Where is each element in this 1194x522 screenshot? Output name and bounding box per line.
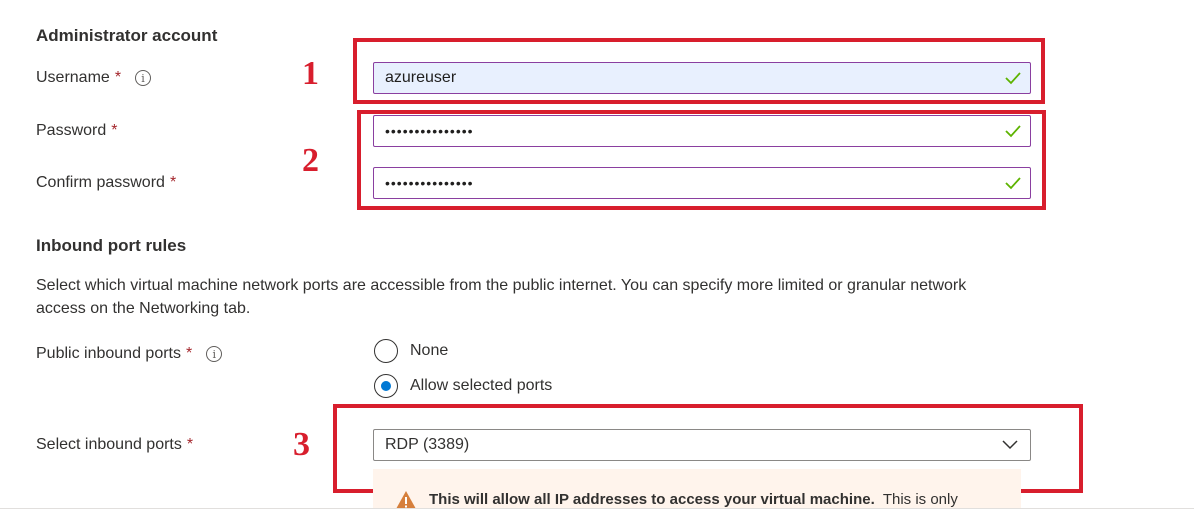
required-asterisk: * <box>186 436 194 453</box>
username-label: Username * i <box>36 69 152 87</box>
select-inbound-ports-label: Select inbound ports * <box>36 436 193 454</box>
radio-button-selected[interactable] <box>374 374 398 398</box>
warning-bold-text: This will allow all IP addresses to acce… <box>429 491 875 508</box>
callout-number-3: 3 <box>293 426 310 463</box>
public-inbound-ports-label: Public inbound ports * i <box>36 345 223 363</box>
inbound-section-title: Inbound port rules <box>36 236 187 255</box>
warning-text: This will allow all IP addresses to acce… <box>429 491 958 508</box>
required-asterisk: * <box>185 345 193 362</box>
radio-option-none[interactable]: None <box>374 339 448 363</box>
info-icon[interactable]: i <box>135 70 152 86</box>
dropdown-value: RDP (3389) <box>385 436 470 453</box>
callout-number-1: 1 <box>302 55 319 92</box>
divider <box>0 508 1194 509</box>
info-icon[interactable]: i <box>206 346 223 362</box>
password-label: Password * <box>36 122 117 140</box>
callout-number-2: 2 <box>302 142 319 179</box>
confirm-password-label-text: Confirm password <box>36 174 165 191</box>
required-asterisk: * <box>114 69 122 86</box>
confirm-password-label: Confirm password * <box>36 174 176 192</box>
admin-section-title: Administrator account <box>36 26 218 45</box>
username-label-text: Username <box>36 69 110 86</box>
public-inbound-ports-label-text: Public inbound ports <box>36 345 181 362</box>
callout-box-2 <box>357 110 1046 210</box>
warning-normal-text: This is only <box>882 491 958 508</box>
password-label-text: Password <box>36 122 107 139</box>
select-inbound-ports-dropdown[interactable]: RDP (3389) <box>373 429 1031 461</box>
chevron-down-icon <box>1002 440 1018 450</box>
callout-box-1 <box>353 38 1045 104</box>
radio-button[interactable] <box>374 339 398 363</box>
required-asterisk: * <box>111 122 118 139</box>
radio-label: Allow selected ports <box>410 377 553 394</box>
warning-banner: This will allow all IP addresses to acce… <box>373 469 1021 509</box>
radio-label: None <box>410 342 449 359</box>
select-inbound-ports-label-text: Select inbound ports <box>36 436 182 453</box>
warning-icon <box>396 491 416 509</box>
inbound-description: Select which virtual machine network por… <box>36 277 967 317</box>
radio-option-allow-selected-ports[interactable]: Allow selected ports <box>374 374 552 398</box>
required-asterisk: * <box>169 174 177 191</box>
